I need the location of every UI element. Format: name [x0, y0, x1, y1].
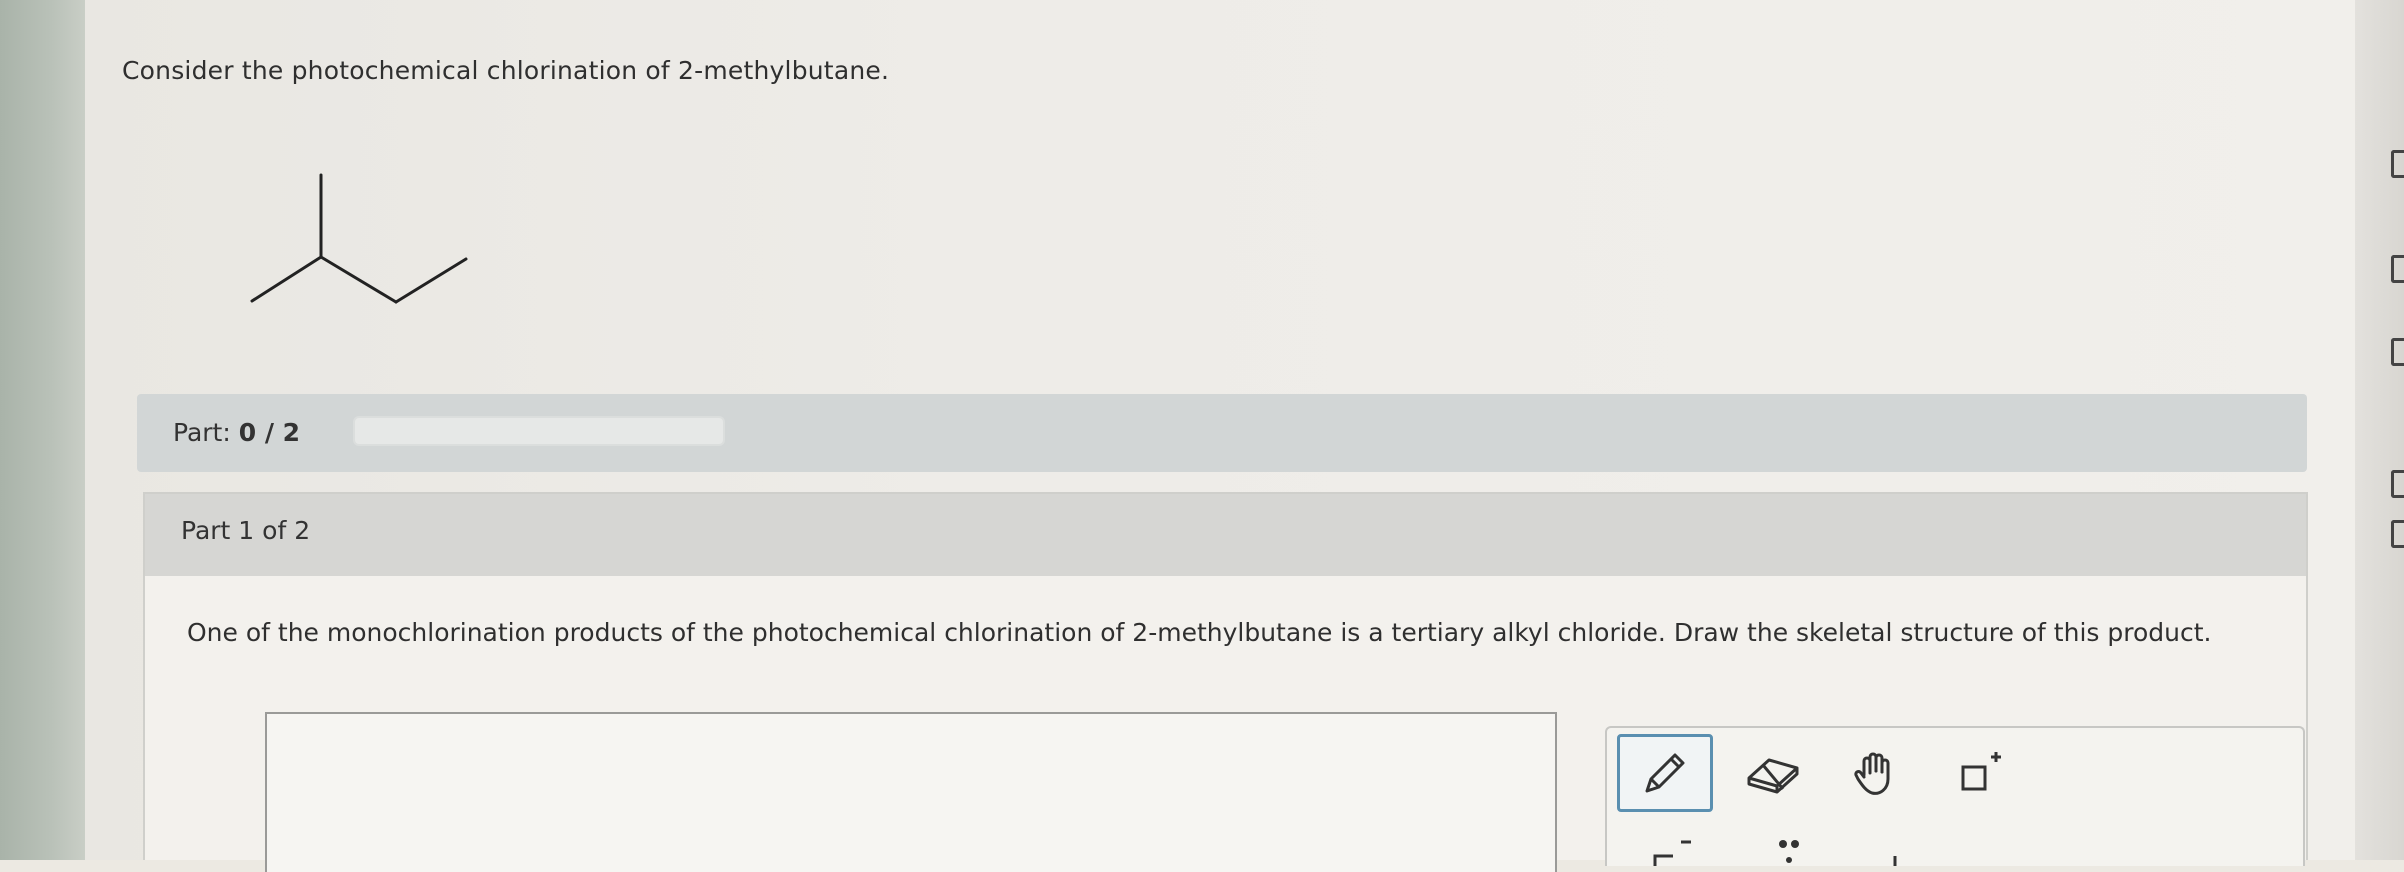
hand-icon: [1854, 752, 1890, 795]
sidebar-tab-icon[interactable]: [2391, 470, 2404, 498]
part-progress-bar: Part: 0 / 2: [137, 394, 2307, 472]
pencil-icon: [1645, 753, 1685, 793]
sidebar-tab-icon[interactable]: [2391, 338, 2404, 366]
part-heading: Part 1 of 2: [181, 516, 311, 545]
part-count: 0 / 2: [238, 418, 301, 447]
part-card-header: Part 1 of 2: [145, 494, 2306, 576]
sidebar-tab-icon[interactable]: [2391, 520, 2404, 548]
question-title: Consider the photochemical chlorination …: [122, 56, 890, 85]
bracket-minus-icon[interactable]: [1647, 836, 1707, 866]
right-sidebar: [2355, 0, 2404, 860]
sidebar-tab-icon[interactable]: [2391, 150, 2404, 178]
add-box-tool-button[interactable]: [1931, 734, 2027, 812]
part-label-text: Part:: [173, 418, 231, 447]
drawing-toolbar: [1605, 726, 2305, 866]
part-progress-label: Part: 0 / 2: [173, 418, 300, 447]
molecule-structure: [250, 173, 468, 304]
part-card: Part 1 of 2 One of the monochlorination …: [143, 492, 2308, 872]
hand-tool-button[interactable]: [1829, 734, 1925, 812]
lone-pair-icon[interactable]: [1767, 836, 1827, 866]
left-gutter: [0, 0, 85, 860]
eraser-icon: [1747, 758, 1799, 794]
part-prompt: One of the monochlorination products of …: [187, 618, 2212, 647]
drawing-canvas[interactable]: [265, 712, 1557, 872]
add-box-icon: [1961, 752, 2001, 791]
sidebar-tab-icon[interactable]: [2391, 255, 2404, 283]
pencil-tool-button[interactable]: [1617, 734, 1713, 812]
progress-track: [353, 416, 725, 446]
bond-tool-icon[interactable]: [1883, 836, 1943, 866]
eraser-tool-button[interactable]: [1725, 734, 1821, 812]
